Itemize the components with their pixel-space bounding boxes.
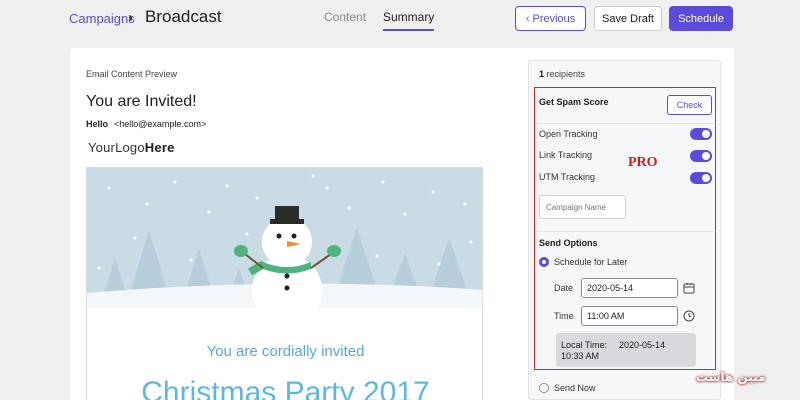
logo-bold-text: Here — [144, 140, 175, 155]
recipients-label: recipients — [544, 69, 586, 79]
local-time-value: 10:33 AM — [561, 351, 600, 361]
email-from-line: Hello <hello@example.com> — [86, 119, 206, 129]
check-spam-button[interactable]: Check — [667, 95, 712, 115]
site-watermark: مبین هاست — [696, 366, 800, 388]
email-logo: YourLogoHere — [88, 140, 175, 155]
send-now-label: Send Now — [554, 383, 596, 393]
tab-content[interactable]: Content — [324, 10, 366, 29]
email-subject-heading: You are Invited! — [86, 93, 197, 110]
schedule-later-label: Schedule for Later — [554, 257, 628, 267]
date-label: Date — [554, 283, 574, 293]
previous-button[interactable]: ‹ Previous — [515, 6, 586, 31]
local-time-line: Local Time: 2020-05-14 — [561, 340, 665, 350]
divider — [536, 231, 714, 232]
tab-summary[interactable]: Summary — [383, 10, 435, 31]
from-name: Hello — [86, 119, 109, 129]
link-tracking-toggle[interactable] — [690, 150, 712, 162]
spam-score-label: Get Spam Score — [539, 97, 609, 107]
local-time-label: Local Time: — [561, 340, 608, 350]
utm-tracking-label: UTM Tracking — [539, 172, 596, 182]
watermark-text: مبین هاست — [696, 370, 766, 384]
schedule-button[interactable]: Schedule — [669, 6, 733, 31]
email-body-preview[interactable]: You are cordially invited Christmas Part… — [86, 167, 483, 400]
utm-tracking-toggle[interactable] — [690, 172, 712, 184]
clock-icon[interactable] — [683, 310, 695, 322]
local-date-value: 2020-05-14 — [619, 340, 666, 350]
email-preview-label: Email Content Preview — [86, 69, 178, 79]
time-label: Time — [554, 311, 574, 321]
open-tracking-label: Open Tracking — [539, 129, 598, 139]
campaign-name-input[interactable] — [539, 195, 626, 219]
recipients-count: 1 recipients — [539, 69, 585, 79]
local-time-box — [556, 333, 696, 367]
invitation-text: You are cordially invited — [206, 343, 365, 360]
event-title: Christmas Party 2017 — [141, 376, 430, 400]
schedule-later-radio[interactable] — [539, 257, 549, 267]
logo-regular-text: YourLogo — [88, 140, 145, 155]
pro-badge: PRO — [628, 155, 658, 170]
divider — [536, 123, 714, 124]
breadcrumb-chevron-icon: › — [128, 9, 133, 26]
breadcrumb-campaigns-link[interactable]: Campaigns — [69, 11, 135, 26]
send-now-radio[interactable] — [539, 383, 549, 393]
time-input[interactable] — [581, 306, 678, 326]
date-input[interactable] — [581, 278, 678, 298]
open-tracking-toggle[interactable] — [690, 128, 712, 140]
page-title: Broadcast — [145, 7, 222, 26]
send-options-heading: Send Options — [539, 238, 598, 248]
calendar-icon[interactable] — [683, 282, 695, 294]
link-tracking-label: Link Tracking — [539, 150, 593, 160]
snowman-illustration — [87, 168, 482, 308]
save-draft-button[interactable]: Save Draft — [594, 6, 662, 31]
from-email: <hello@example.com> — [114, 119, 207, 129]
